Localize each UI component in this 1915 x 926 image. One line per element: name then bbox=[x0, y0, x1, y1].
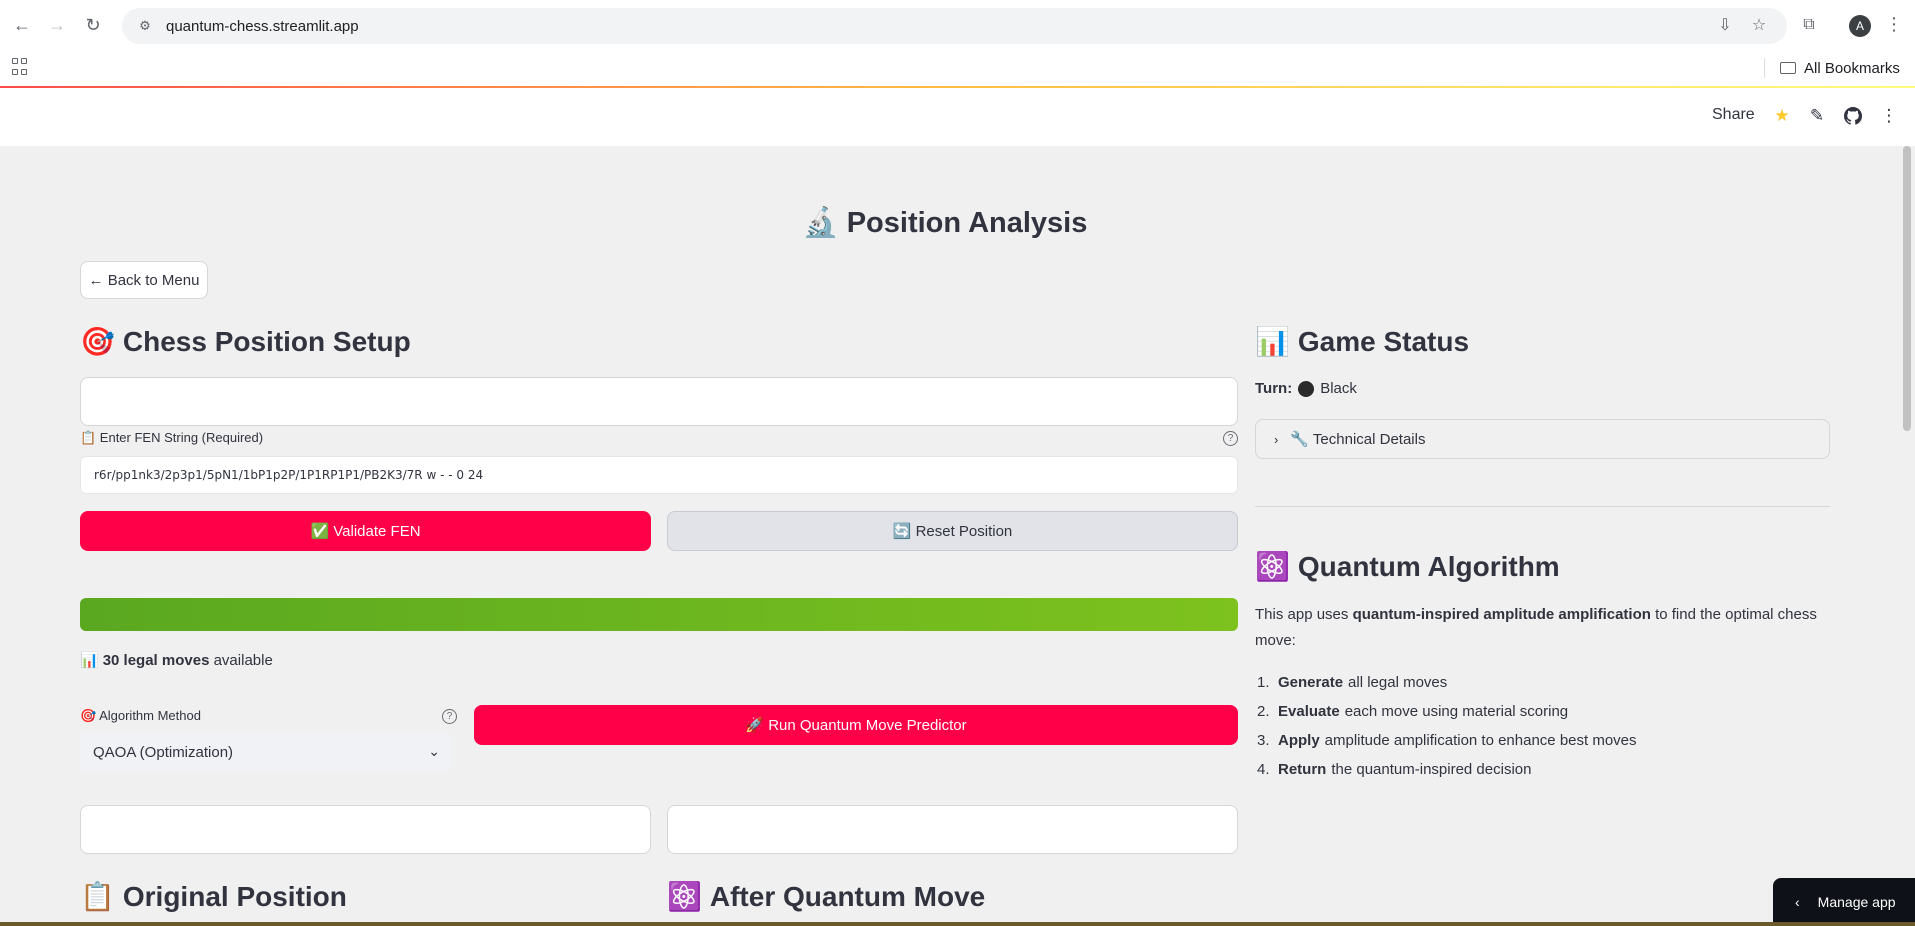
validation-progress-bar bbox=[80, 598, 1238, 631]
manage-app-button[interactable]: ‹ Manage app bbox=[1773, 878, 1915, 926]
chevron-left-icon: ‹ bbox=[1795, 894, 1800, 910]
all-bookmarks-label: All Bookmarks bbox=[1804, 59, 1900, 77]
all-bookmarks-button[interactable]: All Bookmarks bbox=[1780, 56, 1900, 80]
bookmarks-separator bbox=[1764, 58, 1765, 78]
page-title: 🔬 Position Analysis bbox=[0, 206, 1890, 240]
reload-icon[interactable]: ↻ bbox=[80, 12, 106, 38]
original-position-heading: 📋 Original Position bbox=[80, 880, 347, 913]
run-quantum-predictor-button[interactable]: 🚀 Run Quantum Move Predictor bbox=[474, 705, 1238, 745]
extensions-icon[interactable]: ⧉ bbox=[1798, 14, 1820, 36]
url-text: quantum-chess.streamlit.app bbox=[166, 17, 359, 35]
favorite-star-icon[interactable]: ★ bbox=[1771, 105, 1793, 127]
algorithm-help-icon[interactable]: ? bbox=[442, 709, 457, 724]
legal-moves-suffix: available bbox=[209, 652, 273, 669]
browser-toolbar: ← → ↻ ⚙ quantum-chess.streamlit.app ⇩ ☆ … bbox=[0, 0, 1915, 50]
legal-moves-count: 30 legal moves bbox=[102, 652, 210, 669]
step-text: amplitude amplification to enhance best … bbox=[1324, 732, 1637, 749]
list-item: 4. Return the quantum-inspired decision bbox=[1255, 755, 1835, 784]
folder-icon bbox=[1780, 62, 1796, 74]
original-board-container bbox=[80, 805, 651, 854]
after-move-heading: ⚛️ After Quantum Move bbox=[667, 880, 985, 913]
section-divider bbox=[1255, 506, 1830, 507]
app-header: Share ★ ✎ ⋮ bbox=[0, 88, 1915, 146]
manage-app-label: Manage app bbox=[1817, 894, 1896, 910]
clipboard-icon: 📋 bbox=[80, 881, 115, 912]
turn-label: Turn: bbox=[1255, 380, 1293, 397]
black-circle-icon bbox=[1298, 380, 1315, 397]
page-title-text: Position Analysis bbox=[846, 207, 1088, 239]
github-icon[interactable] bbox=[1842, 105, 1864, 127]
atom-icon: ⚛️ bbox=[1255, 551, 1290, 582]
original-position-heading-text: Original Position bbox=[122, 881, 347, 912]
apps-grid-icon[interactable] bbox=[12, 58, 30, 76]
forward-arrow-icon[interactable]: → bbox=[44, 12, 70, 38]
step-text: each move using material scoring bbox=[1344, 703, 1569, 720]
chevron-down-icon: ⌄ bbox=[428, 743, 440, 759]
algorithm-description: This app uses quantum-inspired amplitude… bbox=[1255, 602, 1835, 654]
share-button[interactable]: Share bbox=[1712, 106, 1755, 124]
step-bold: Apply bbox=[1278, 732, 1320, 749]
validate-fen-button[interactable]: ✅ Validate FEN bbox=[80, 511, 651, 551]
game-status-heading-text: Game Status bbox=[1297, 326, 1470, 357]
microscope-icon: 🔬 bbox=[802, 207, 839, 239]
legal-moves-info: 📊 30 legal moves available bbox=[80, 651, 273, 669]
bookmark-star-icon[interactable]: ☆ bbox=[1748, 14, 1770, 36]
quantum-algorithm-heading: ⚛️ Quantum Algorithm bbox=[1255, 550, 1560, 583]
fen-label: 📋 Enter FEN String (Required) bbox=[80, 430, 264, 445]
game-status-heading: 📊 Game Status bbox=[1255, 325, 1469, 358]
turn-value: Black bbox=[1320, 380, 1357, 397]
step-bold: Evaluate bbox=[1278, 703, 1340, 720]
step-number: 4. bbox=[1257, 761, 1270, 778]
install-app-icon[interactable]: ⇩ bbox=[1714, 14, 1736, 36]
turn-indicator: Turn: Black bbox=[1255, 380, 1357, 397]
list-item: 2. Evaluate each move using material scori… bbox=[1255, 697, 1835, 726]
edit-pencil-icon[interactable]: ✎ bbox=[1806, 105, 1828, 127]
address-bar[interactable]: ⚙ quantum-chess.streamlit.app bbox=[122, 8, 1787, 44]
empty-container bbox=[80, 377, 1238, 426]
step-text: all legal moves bbox=[1348, 674, 1448, 691]
profile-avatar[interactable]: A bbox=[1849, 15, 1871, 37]
browser-menu-icon[interactable]: ⋮ bbox=[1885, 14, 1903, 35]
step-number: 2. bbox=[1257, 703, 1270, 720]
back-arrow-icon[interactable]: ← bbox=[9, 12, 35, 38]
intro-bold: quantum-inspired amplitude amplification bbox=[1352, 606, 1651, 623]
site-settings-icon[interactable]: ⚙ bbox=[136, 17, 154, 35]
step-bold: Generate bbox=[1278, 674, 1344, 691]
step-text: the quantum-inspired decision bbox=[1331, 761, 1532, 778]
algorithm-selected-value: QAOA (Optimization) bbox=[93, 743, 234, 761]
step-number: 3. bbox=[1257, 732, 1270, 749]
back-to-menu-button[interactable]: ← Back to Menu bbox=[80, 261, 208, 299]
after-board-container bbox=[667, 805, 1238, 854]
atom-icon: ⚛️ bbox=[667, 881, 702, 912]
bookmarks-bar: All Bookmarks bbox=[0, 50, 1915, 86]
technical-details-expander[interactable]: › 🔧 Technical Details bbox=[1255, 419, 1830, 459]
chevron-right-icon: › bbox=[1274, 431, 1279, 447]
reset-position-button[interactable]: 🔄 Reset Position bbox=[667, 511, 1238, 551]
algorithm-steps-list: 1. Generate all legal moves 2. Evaluate each… bbox=[1255, 668, 1835, 784]
step-number: 1. bbox=[1257, 674, 1270, 691]
bar-chart-icon: 📊 bbox=[80, 652, 99, 669]
fen-help-icon[interactable]: ? bbox=[1223, 431, 1238, 446]
bottom-strip bbox=[0, 922, 1915, 926]
quantum-algorithm-heading-text: Quantum Algorithm bbox=[1297, 551, 1560, 582]
app-menu-icon[interactable]: ⋮ bbox=[1878, 105, 1900, 127]
target-icon: 🎯 bbox=[80, 326, 115, 357]
list-item: 3. Apply amplitude amplification to enhanc… bbox=[1255, 726, 1835, 755]
algorithm-label: 🎯 Algorithm Method bbox=[80, 708, 201, 723]
bar-chart-icon: 📊 bbox=[1255, 326, 1290, 357]
fen-input[interactable]: r6r/pp1nk3/2p3p1/5pN1/1bP1p2P/1P1RP1P1/P… bbox=[80, 456, 1238, 494]
chess-setup-heading-text: Chess Position Setup bbox=[122, 326, 411, 357]
chess-setup-heading: 🎯 Chess Position Setup bbox=[80, 325, 411, 358]
step-bold: Return bbox=[1278, 761, 1327, 778]
page-scrollbar[interactable] bbox=[1903, 146, 1911, 431]
intro-prefix: This app uses bbox=[1255, 606, 1353, 623]
algorithm-select[interactable]: QAOA (Optimization) ⌄ bbox=[80, 733, 452, 771]
list-item: 1. Generate all legal moves bbox=[1255, 668, 1835, 697]
progress-fill bbox=[80, 598, 1238, 631]
technical-details-label: 🔧 Technical Details bbox=[1290, 431, 1426, 448]
after-move-heading-text: After Quantum Move bbox=[709, 881, 986, 912]
